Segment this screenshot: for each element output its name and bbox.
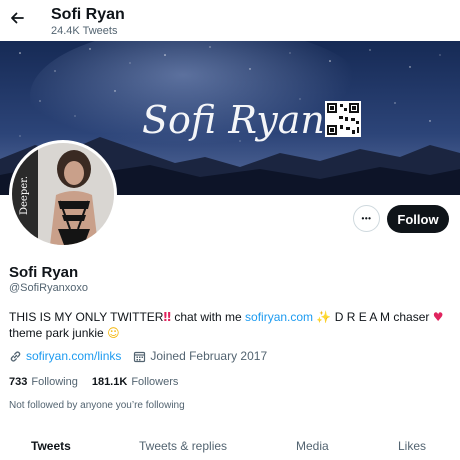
calendar-icon [133, 350, 146, 363]
sparkles-emoji: ✨ [316, 310, 332, 324]
avatar[interactable]: Deeper. [9, 140, 117, 248]
two-hearts-emoji: ♥ [432, 310, 444, 324]
bio-text-1: THIS IS MY ONLY TWITTER [9, 310, 164, 324]
link-icon [9, 350, 22, 363]
more-options-button[interactable]: ••• [353, 205, 380, 232]
double-exclamation-emoji: ‼ [163, 310, 171, 324]
followers-label: Followers [131, 376, 179, 388]
bio-text-4: theme park junkie [9, 326, 108, 340]
more-icon: ••• [361, 214, 372, 223]
bio-text-3: D R E A M chaser [331, 310, 433, 324]
avatar-side-text: Deeper. [19, 176, 30, 215]
tab-tweets-replies[interactable]: Tweets & replies [139, 439, 227, 453]
following-count: 733 [9, 376, 28, 388]
profile-bio: THIS IS MY ONLY TWITTER‼ chat with me so… [9, 309, 454, 341]
back-arrow-icon[interactable] [9, 10, 25, 26]
top-bar: Sofi Ryan 24.4K Tweets [0, 0, 460, 41]
header-title: Sofi Ryan [51, 6, 125, 23]
tab-tweets[interactable]: Tweets [31, 439, 71, 453]
following-stat[interactable]: 733 Following [9, 376, 78, 388]
bio-link[interactable]: sofiryan.com [245, 310, 313, 324]
qr-code-icon [325, 101, 361, 137]
joined-date: Joined February 2017 [150, 349, 268, 363]
followers-stat[interactable]: 181.1K Followers [92, 376, 179, 388]
display-name: Sofi Ryan [9, 264, 79, 281]
following-label: Following [31, 376, 78, 388]
website-link[interactable]: sofiryan.com/links [26, 349, 121, 363]
follow-button[interactable]: Follow [387, 205, 449, 233]
face-emoji: ☺ [107, 326, 120, 340]
profile-meta: sofiryan.com/links Joined February 2017 [9, 349, 267, 363]
profile-tabs: Tweets Tweets & replies Media Likes [0, 430, 460, 460]
follow-stats: 733 Following 181.1K Followers [9, 376, 192, 388]
bio-text-2: chat with me [171, 310, 246, 324]
follow-note: Not followed by anyone you’re following [9, 400, 185, 411]
tab-media[interactable]: Media [296, 439, 329, 453]
banner-signature: Sofi Ryan [142, 98, 325, 142]
tweet-count: 24.4K Tweets [51, 25, 118, 37]
followers-count: 181.1K [91, 376, 128, 388]
user-handle: @SofiRyanxoxo [9, 282, 89, 294]
tab-likes[interactable]: Likes [398, 439, 426, 453]
